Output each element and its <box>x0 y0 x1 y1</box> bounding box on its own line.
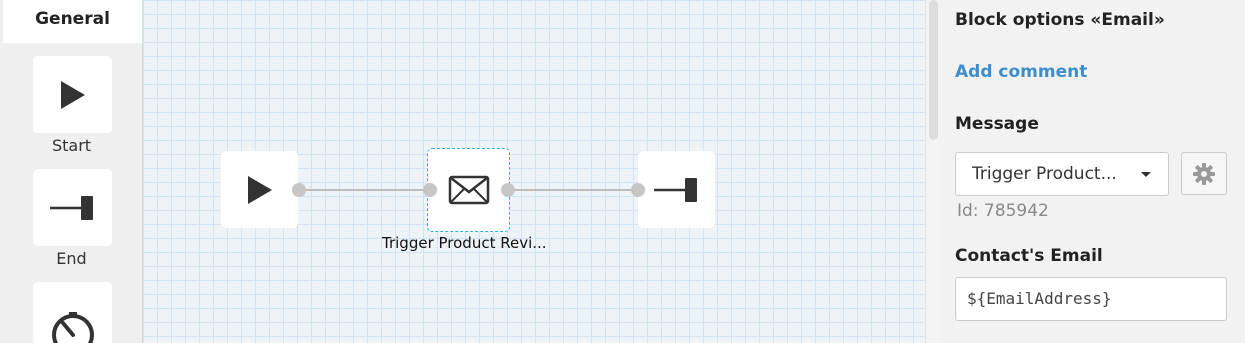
timer-icon <box>51 311 94 343</box>
palette-label-end: End <box>56 249 87 268</box>
connection-email-end <box>508 189 638 191</box>
message-select[interactable]: Trigger Product... <box>955 152 1169 196</box>
chevron-down-icon <box>1141 172 1151 177</box>
play-icon <box>247 175 272 204</box>
node-start[interactable] <box>221 151 298 228</box>
envelope-icon <box>448 175 489 205</box>
palette-item-end[interactable] <box>33 169 112 246</box>
workflow-canvas[interactable]: Trigger Product Revi... <box>143 0 925 343</box>
start-output-port[interactable] <box>292 183 306 197</box>
block-palette: General Start End <box>0 0 143 343</box>
palette-item-timer[interactable] <box>33 282 112 343</box>
gear-icon <box>1193 162 1215 185</box>
message-label: Message <box>955 114 1039 134</box>
node-end[interactable] <box>638 151 715 228</box>
palette-label-start: Start <box>51 136 92 155</box>
email-output-port[interactable] <box>501 183 515 197</box>
scrollbar-thumb[interactable] <box>929 0 938 140</box>
block-options-panel: Block options «Email» Add comment Messag… <box>940 0 1245 343</box>
message-select-value: Trigger Product... <box>972 164 1117 184</box>
add-comment-link[interactable]: Add comment <box>955 62 1087 82</box>
end-input-port[interactable] <box>631 183 645 197</box>
node-email-caption: Trigger Product Revi... <box>382 234 547 252</box>
canvas-scrollbar[interactable] <box>925 0 940 343</box>
panel-title: Block options «Email» <box>955 10 1165 30</box>
end-icon <box>653 177 697 202</box>
tab-general[interactable]: General <box>3 0 143 43</box>
palette-item-start[interactable] <box>33 56 112 133</box>
node-email[interactable] <box>427 148 510 232</box>
play-icon <box>60 80 85 109</box>
contact-email-field[interactable]: ${EmailAddress} <box>955 277 1227 321</box>
contact-email-label: Contact's Email <box>955 246 1103 266</box>
email-input-port[interactable] <box>423 183 437 197</box>
message-id: Id: 785942 <box>957 201 1049 221</box>
connection-start-email <box>299 189 429 191</box>
end-icon <box>49 195 93 220</box>
message-settings-button[interactable] <box>1181 152 1227 195</box>
